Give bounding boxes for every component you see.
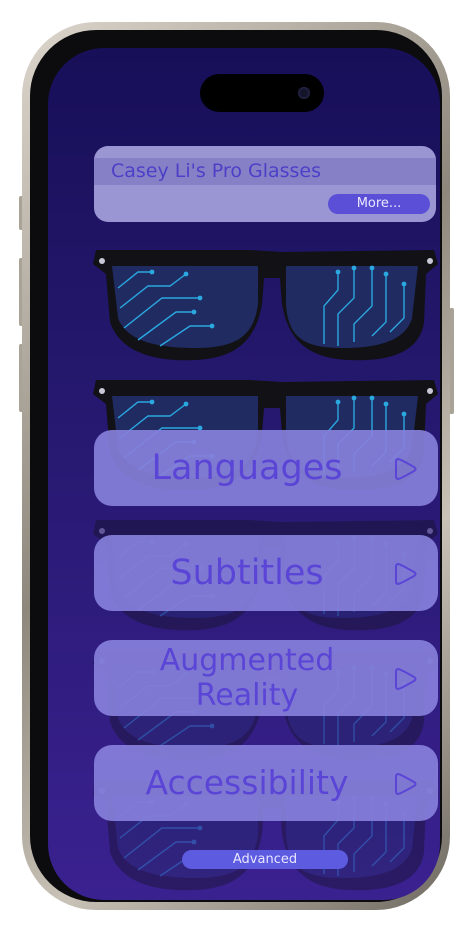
menu-item-label: Augmented Reality <box>159 643 335 713</box>
app-screen: Casey Li's Pro Glasses More... Languages… <box>48 48 440 900</box>
header-card: Casey Li's Pro Glasses More... <box>94 146 436 222</box>
phone-bezel: Casey Li's Pro Glasses More... Languages… <box>30 30 442 902</box>
menu-item-label: Accessibility <box>145 763 349 802</box>
play-icon <box>395 667 417 691</box>
menu-item-label: Languages <box>151 448 343 488</box>
accessibility-button[interactable]: Accessibility <box>94 745 438 821</box>
play-icon <box>395 772 417 796</box>
front-camera-icon <box>298 87 310 99</box>
augmented-reality-button[interactable]: Augmented Reality <box>94 640 438 716</box>
advanced-button[interactable]: Advanced <box>182 850 348 869</box>
more-button[interactable]: More... <box>328 194 430 214</box>
dynamic-island <box>200 74 324 112</box>
page-title: Casey Li's Pro Glasses <box>111 160 322 182</box>
glasses-illustration <box>92 249 439 361</box>
menu-item-label: Subtitles <box>170 553 324 593</box>
phone-frame: Casey Li's Pro Glasses More... Languages… <box>22 22 450 910</box>
languages-button[interactable]: Languages <box>94 430 438 506</box>
play-icon <box>395 457 417 481</box>
play-icon <box>395 562 417 586</box>
subtitles-button[interactable]: Subtitles <box>94 535 438 611</box>
header-title-band: Casey Li's Pro Glasses <box>94 158 436 185</box>
